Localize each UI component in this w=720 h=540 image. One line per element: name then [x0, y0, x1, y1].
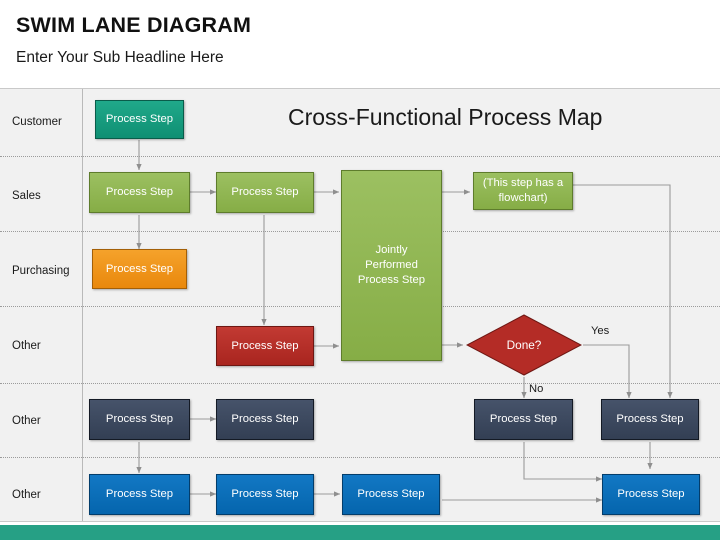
jointly-performed-node[interactable]: Jointly Performed Process Step: [341, 170, 442, 361]
node-label: Process Step: [616, 413, 684, 426]
node-label: Jointly Performed Process Step: [357, 244, 426, 286]
node-label: Process Step: [105, 413, 174, 426]
process-step-node[interactable]: Process Step: [92, 249, 187, 289]
node-label: Process Step: [231, 413, 299, 426]
process-step-node[interactable]: Process Step: [95, 100, 184, 139]
lane-label-customer: Customer: [12, 116, 62, 128]
node-label: Process Step: [105, 262, 174, 275]
process-step-node[interactable]: Process Step: [602, 474, 700, 515]
process-step-node[interactable]: Process Step: [342, 474, 440, 515]
lane-label-other-2: Other: [12, 415, 41, 427]
process-step-node[interactable]: Process Step: [89, 474, 190, 515]
edge-label-yes: Yes: [591, 325, 610, 337]
diagram-heading: Cross-Functional Process Map: [288, 104, 603, 130]
lane-label-purchasing: Purchasing: [12, 265, 70, 277]
flowchart-note-node[interactable]: (This step has a flowchart): [473, 172, 573, 210]
page-title: SWIM LANE DIAGRAM: [16, 13, 252, 37]
process-step-node[interactable]: Process Step: [601, 399, 699, 440]
node-label: Process Step: [231, 339, 299, 352]
process-step-node[interactable]: Process Step: [89, 399, 190, 440]
node-label: Done?: [506, 338, 542, 352]
node-label: (This step has a flowchart): [482, 177, 564, 204]
process-step-node[interactable]: Process Step: [216, 172, 314, 213]
lane-divider: [0, 457, 720, 458]
lane-label-other-3: Other: [12, 489, 41, 501]
node-label: Process Step: [357, 488, 425, 501]
node-label: Process Step: [489, 413, 558, 426]
node-label: Process Step: [105, 488, 174, 501]
decision-node[interactable]: Done?: [465, 314, 583, 376]
page-subtitle: Enter Your Sub Headline Here: [16, 49, 224, 66]
process-step-node[interactable]: Process Step: [474, 399, 573, 440]
slide-header: SWIM LANE DIAGRAM Enter Your Sub Headlin…: [0, 0, 720, 88]
node-label: Process Step: [105, 113, 174, 126]
node-label: Process Step: [231, 186, 299, 199]
lane-label-other-1: Other: [12, 340, 41, 352]
node-label: Process Step: [105, 186, 174, 199]
lane-divider: [0, 383, 720, 384]
node-label: Process Step: [617, 488, 685, 501]
process-step-node[interactable]: Process Step: [216, 326, 314, 366]
lane-divider: [0, 156, 720, 157]
node-label: Process Step: [231, 488, 299, 501]
process-step-node[interactable]: Process Step: [216, 474, 314, 515]
process-step-node[interactable]: Process Step: [216, 399, 314, 440]
process-step-node[interactable]: Process Step: [89, 172, 190, 213]
footer-accent-bar: [0, 525, 720, 540]
edge-label-no: No: [529, 383, 544, 395]
lane-label-sales: Sales: [12, 190, 41, 202]
